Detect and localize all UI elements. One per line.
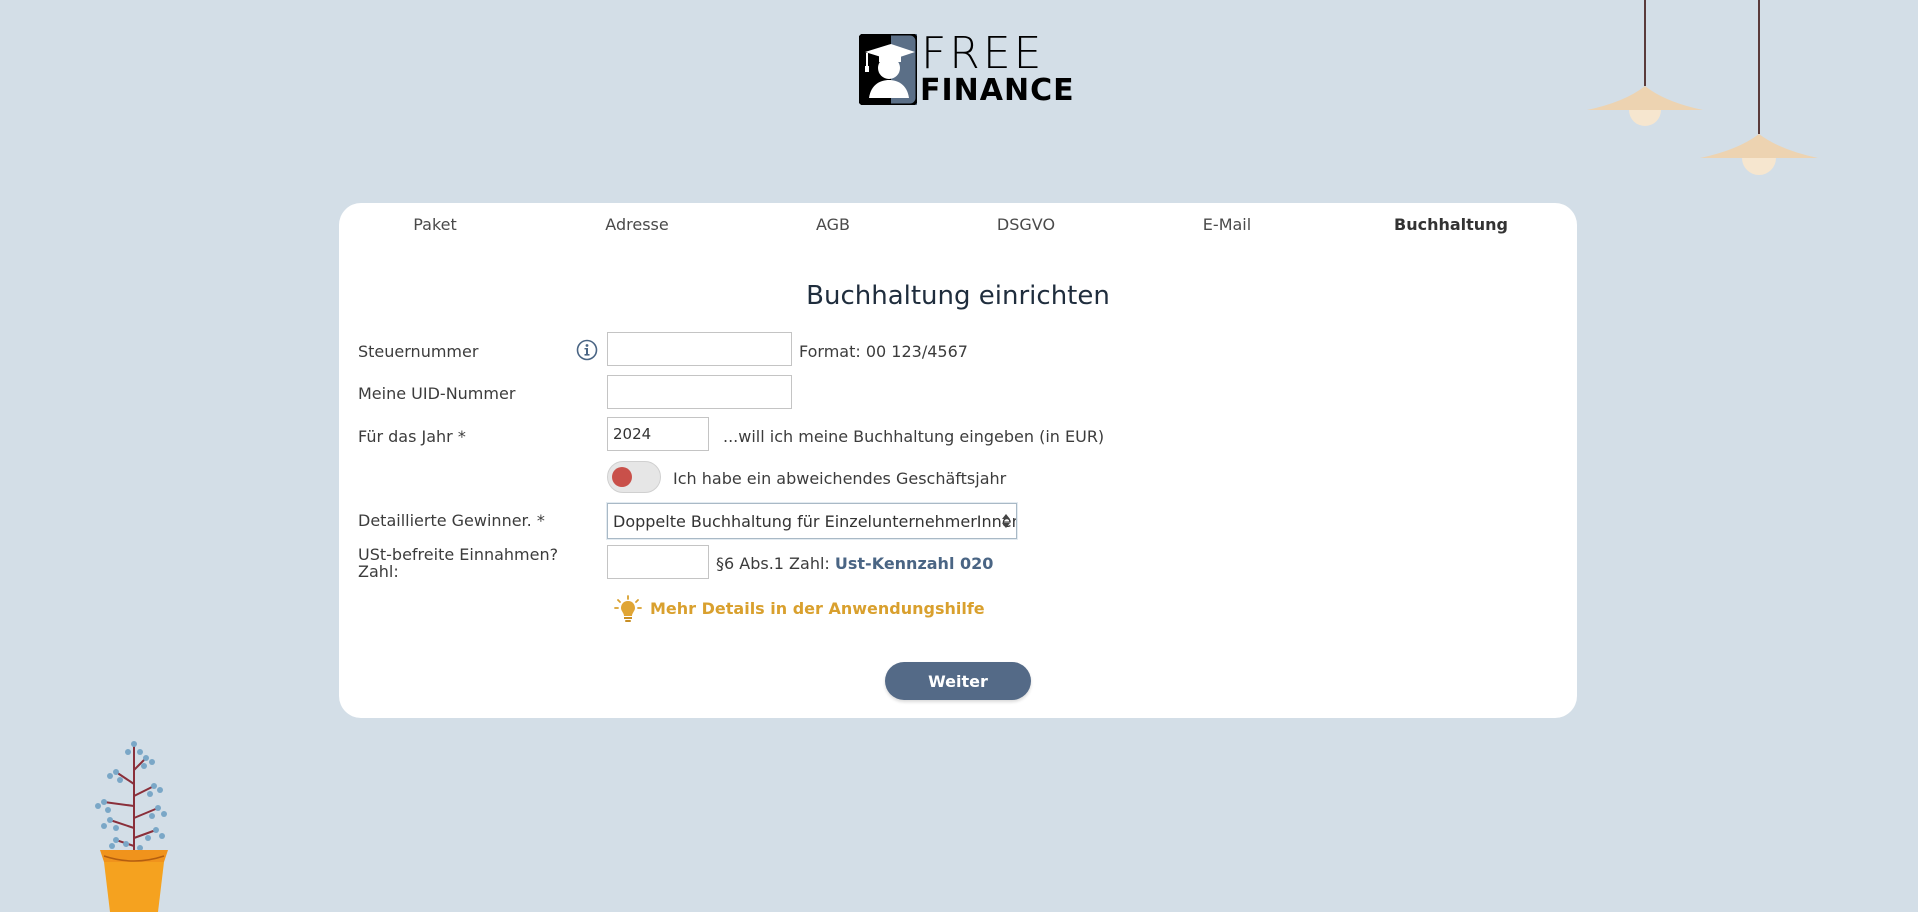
toggle-knob (612, 467, 632, 487)
pendant-lamp-icon (1700, 0, 1818, 175)
steuernummer-format-hint: Format: 00 123/4567 (799, 342, 968, 361)
help-link-label: Mehr Details in der Anwendungshilfe (650, 599, 985, 618)
free-finance-logo: FREE FINANCE (859, 28, 1074, 106)
ust-input[interactable] (607, 545, 709, 579)
logo-text-finance: FINANCE (920, 73, 1075, 108)
graduate-logo-icon (859, 34, 917, 105)
tab-agb[interactable]: AGB (816, 215, 850, 234)
tab-buchhaltung[interactable]: Buchhaltung (1394, 215, 1508, 234)
tab-email[interactable]: E-Mail (1203, 215, 1251, 234)
uid-label: Meine UID-Nummer (358, 384, 516, 403)
wizard-tabs: Paket Adresse AGB DSGVO E-Mail Buchhaltu… (339, 215, 1577, 243)
setup-card: Paket Adresse AGB DSGVO E-Mail Buchhaltu… (339, 203, 1577, 718)
page-title: Buchhaltung einrichten (806, 281, 1110, 311)
ust-label-line2: Zahl: (358, 562, 399, 581)
tab-paket[interactable]: Paket (413, 215, 457, 234)
pendant-lamp-icon (1587, 0, 1703, 126)
select-arrows-icon (1002, 514, 1010, 528)
jahr-input[interactable] (607, 417, 709, 451)
potted-plant-icon (95, 741, 168, 912)
ust-hint: §6 Abs.1 Zahl: Ust-Kennzahl 020 (716, 554, 993, 573)
ust-label: USt-befreite Einnahmen? Zahl: (358, 546, 558, 580)
steuernummer-input[interactable] (607, 332, 792, 366)
tab-adresse[interactable]: Adresse (605, 215, 668, 234)
gewinner-selected-value: Doppelte Buchhaltung für Einzelunternehm… (613, 512, 1017, 531)
geschaeftsjahr-toggle[interactable] (607, 461, 661, 493)
jahr-hint: ...will ich meine Buchhaltung eingeben (… (723, 427, 1105, 446)
geschaeftsjahr-label: Ich habe ein abweichendes Geschäftsjahr (673, 469, 1007, 488)
gewinner-select[interactable]: Doppelte Buchhaltung für Einzelunternehm… (607, 503, 1017, 539)
lightbulb-icon (614, 595, 642, 622)
gewinner-label: Detaillierte Gewinner. * (358, 511, 545, 530)
steuernummer-label: Steuernummer (358, 342, 479, 361)
info-icon[interactable] (576, 339, 598, 361)
tab-dsgvo[interactable]: DSGVO (997, 215, 1055, 234)
weiter-button[interactable]: Weiter (885, 662, 1031, 700)
ust-hint-text: §6 Abs.1 Zahl: (716, 554, 830, 573)
logo-text-free: FREE (921, 28, 1045, 79)
ust-label-line1: USt-befreite Einnahmen? (358, 545, 559, 564)
jahr-label: Für das Jahr * (358, 427, 466, 446)
ust-kennzahl-link[interactable]: Ust-Kennzahl 020 (835, 554, 994, 573)
uid-input[interactable] (607, 375, 792, 409)
